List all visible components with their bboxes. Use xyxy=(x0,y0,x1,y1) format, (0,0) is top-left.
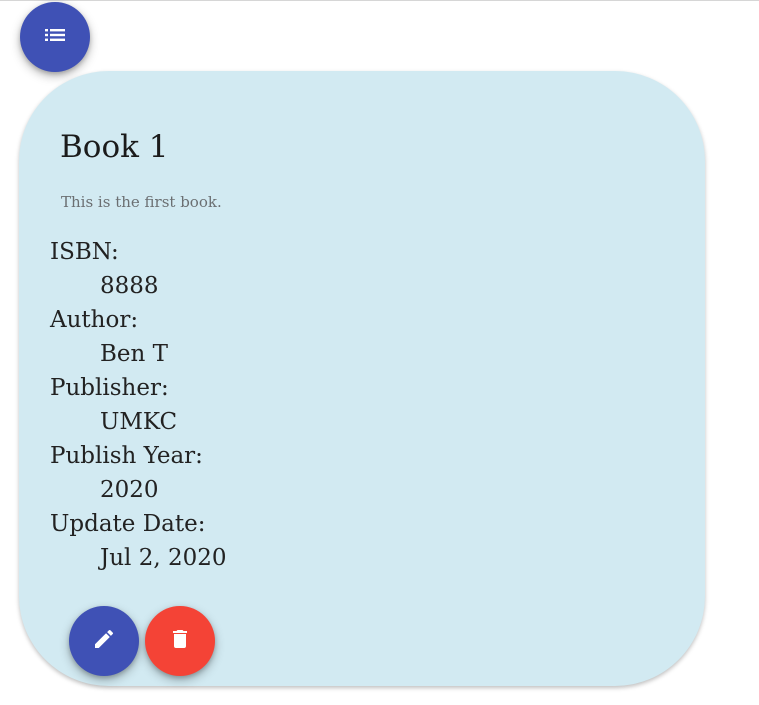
book-card: Book 1 This is the first book. ISBN: 888… xyxy=(19,71,705,686)
publish-year-label: Publish Year: xyxy=(50,443,203,469)
isbn-value: 8888 xyxy=(100,273,159,299)
book-description: This is the first book. xyxy=(61,193,222,211)
book-title: Book 1 xyxy=(60,129,169,165)
author-value: Ben T xyxy=(100,341,168,367)
trash-icon xyxy=(168,627,192,655)
author-label: Author: xyxy=(50,307,139,333)
list-button[interactable] xyxy=(20,2,90,72)
publish-year-value: 2020 xyxy=(100,477,159,503)
book-details: ISBN: 8888 Author: Ben T Publisher: UMKC… xyxy=(50,235,227,575)
edit-button[interactable] xyxy=(69,606,139,676)
update-date-label: Update Date: xyxy=(50,511,206,537)
publisher-value: UMKC xyxy=(100,409,178,435)
publisher-label: Publisher: xyxy=(50,375,169,401)
update-date-value: Jul 2, 2020 xyxy=(100,545,227,571)
isbn-label: ISBN: xyxy=(50,239,119,265)
delete-button[interactable] xyxy=(145,606,215,676)
top-divider xyxy=(0,0,759,1)
list-icon xyxy=(43,23,67,51)
pencil-icon xyxy=(92,627,116,655)
